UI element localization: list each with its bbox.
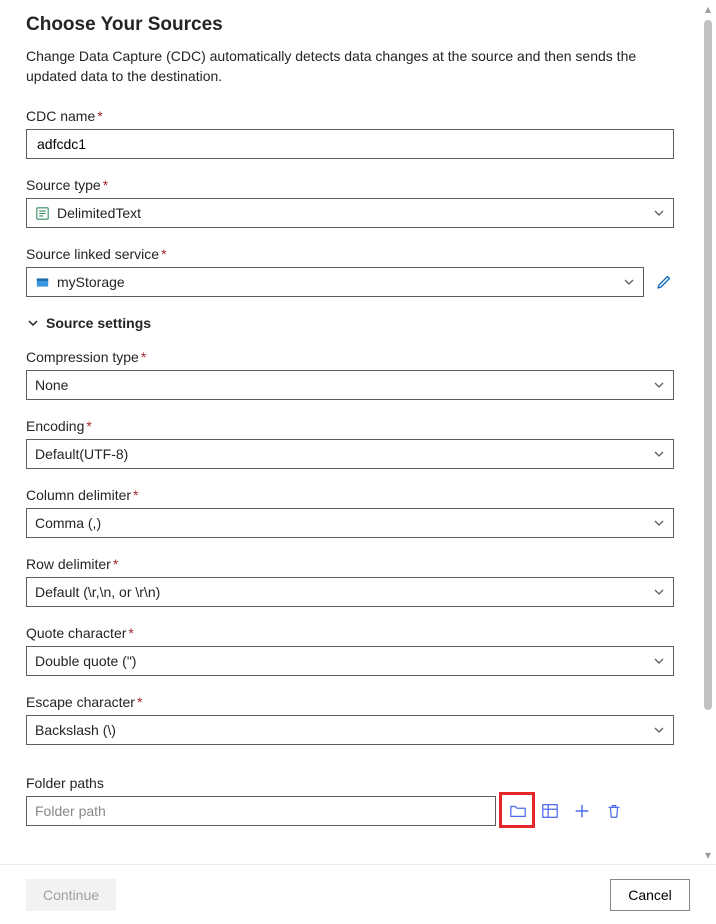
row-delim-value: Default (\r,\n, or \r\n) [35,584,160,600]
linked-service-value: myStorage [57,274,125,290]
scroll-down-icon[interactable]: ▾ [705,846,711,864]
scroll-up-icon[interactable]: ▴ [705,0,711,18]
source-settings-toggle[interactable]: Source settings [26,315,674,331]
storage-icon [35,275,49,289]
scrollbar-thumb[interactable] [704,20,712,710]
encoding-select[interactable]: Default(UTF-8) [26,439,674,469]
folder-path-input[interactable]: Folder path [26,796,496,826]
chevron-down-icon [26,316,40,330]
escape-char-label: Escape character* [26,694,674,710]
folder-path-placeholder: Folder path [35,803,106,819]
source-type-label: Source type* [26,177,674,193]
scrollbar-track[interactable] [704,20,712,844]
encoding-value: Default(UTF-8) [35,446,128,462]
row-delim-select[interactable]: Default (\r,\n, or \r\n) [26,577,674,607]
chevron-down-icon [653,379,665,391]
schema-button[interactable] [540,801,560,821]
chevron-down-icon [653,724,665,736]
chevron-down-icon [623,276,635,288]
delimited-text-icon [35,206,49,220]
chevron-down-icon [653,207,665,219]
quote-char-value: Double quote (") [35,653,136,669]
chevron-down-icon [653,586,665,598]
cdc-name-label: CDC name* [26,108,674,124]
cdc-name-input[interactable] [26,129,674,159]
scrollbar[interactable]: ▴ ▾ [700,0,716,864]
page-description: Change Data Capture (CDC) automatically … [26,47,674,86]
browse-folder-button[interactable] [508,801,528,821]
encoding-label: Encoding* [26,418,674,434]
continue-button: Continue [26,879,116,911]
delete-path-button[interactable] [604,801,624,821]
linked-service-label: Source linked service* [26,246,674,262]
quote-char-label: Quote character* [26,625,674,641]
linked-service-select[interactable]: myStorage [26,267,644,297]
compression-value: None [35,377,68,393]
folder-paths-label: Folder paths [26,775,674,791]
quote-char-select[interactable]: Double quote (") [26,646,674,676]
page-title: Choose Your Sources [26,14,674,36]
chevron-down-icon [653,517,665,529]
compression-select[interactable]: None [26,370,674,400]
column-delim-label: Column delimiter* [26,487,674,503]
chevron-down-icon [653,448,665,460]
row-delim-label: Row delimiter* [26,556,674,572]
compression-label: Compression type* [26,349,674,365]
required-asterisk: * [97,108,102,124]
source-type-select[interactable]: DelimitedText [26,198,674,228]
add-path-button[interactable] [572,801,592,821]
footer-bar: Continue Cancel [0,864,716,924]
form-panel: Choose Your Sources Change Data Capture … [0,0,700,864]
escape-char-select[interactable]: Backslash (\) [26,715,674,745]
column-delim-value: Comma (,) [35,515,101,531]
escape-char-value: Backslash (\) [35,722,116,738]
column-delim-select[interactable]: Comma (,) [26,508,674,538]
cancel-button[interactable]: Cancel [610,879,690,911]
chevron-down-icon [653,655,665,667]
source-type-value: DelimitedText [57,205,141,221]
edit-linked-service-button[interactable] [654,272,674,292]
